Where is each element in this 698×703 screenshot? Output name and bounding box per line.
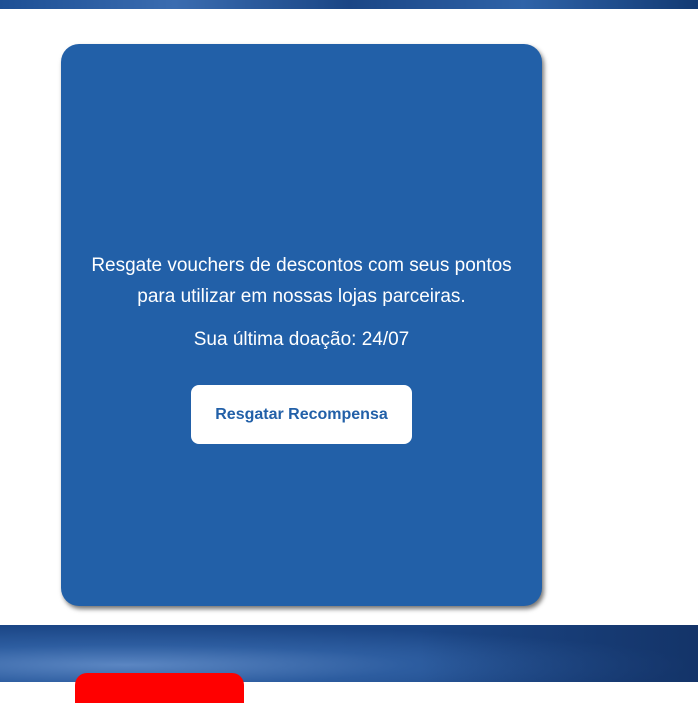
rewards-card: Resgate vouchers de descontos com seus p… [61,44,542,606]
banner-shade [420,625,698,682]
last-donation-text: Sua última doação: 24/07 [193,329,410,350]
red-action-button[interactable] [75,673,244,703]
rewards-description: Resgate vouchers de descontos com seus p… [91,255,512,307]
redeem-reward-button[interactable]: Resgatar Recompensa [191,385,412,444]
top-banner-image [0,0,698,9]
